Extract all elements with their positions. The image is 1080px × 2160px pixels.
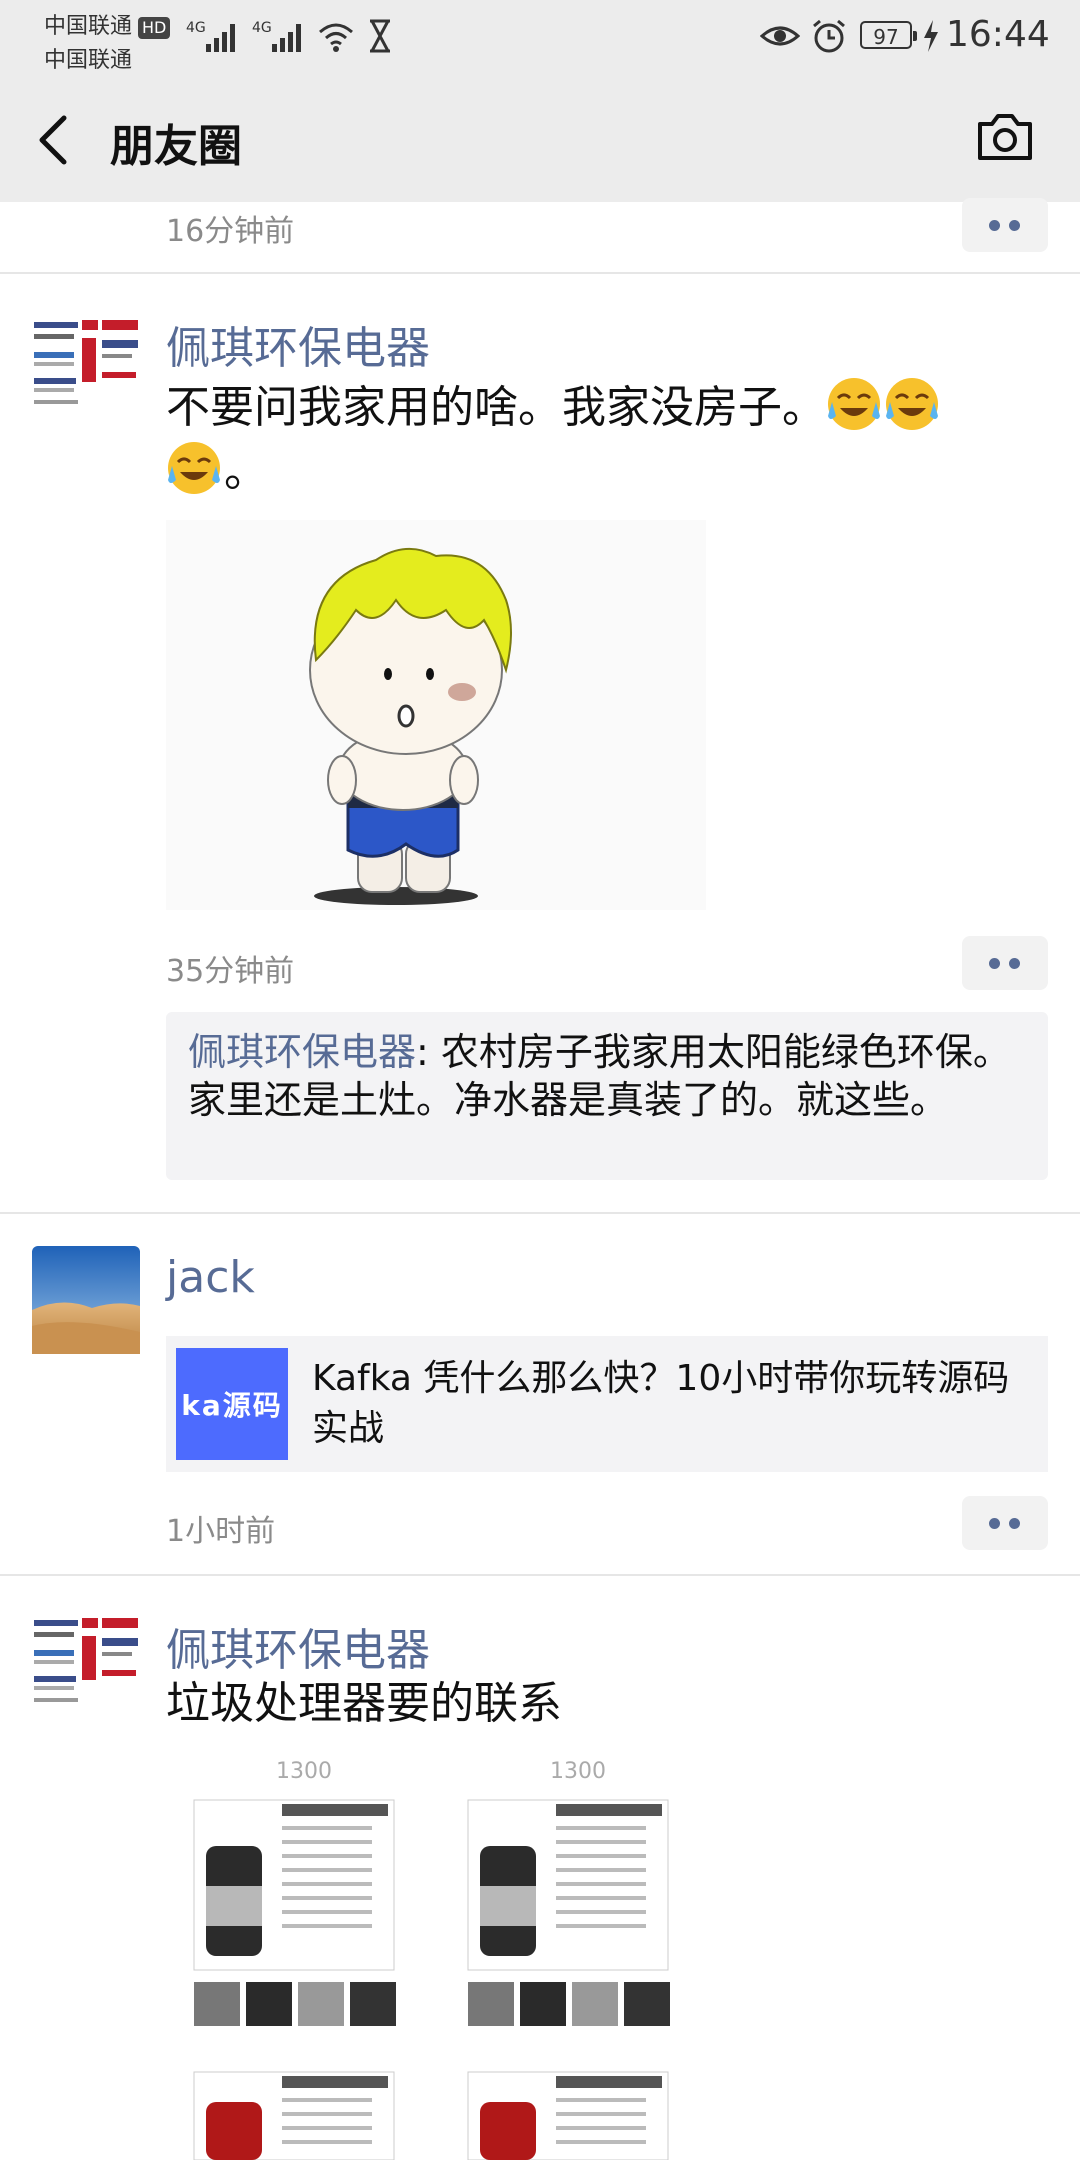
brand-logo-avatar [32, 1612, 140, 1720]
more-dot-icon [1009, 220, 1020, 231]
more-button[interactable] [962, 936, 1048, 990]
more-dot-icon [989, 1518, 1000, 1529]
brand-logo-avatar [32, 314, 140, 422]
laughing-crying-emoji-icon [168, 442, 220, 494]
share-thumbnail: ka源码 [176, 1348, 288, 1460]
post-time: 35分钟前 [166, 954, 295, 989]
post-text: 垃圾处理器要的联系 [166, 1678, 562, 1729]
garbage-disposer-spec-image [467, 2071, 669, 2160]
post-time: 16分钟前 [166, 214, 295, 249]
post-text: 不要问我家用的啥。我家没房子。。 [166, 376, 1026, 504]
more-dot-icon [1009, 1518, 1020, 1529]
garbage-disposer-spec-image [193, 2071, 395, 2160]
avatar[interactable] [32, 314, 140, 422]
eye-icon [760, 26, 800, 46]
comment-author[interactable]: 佩琪环保电器 [188, 1030, 416, 1074]
post-author[interactable]: 佩琪环保电器 [166, 1614, 430, 1678]
more-button[interactable] [962, 1496, 1048, 1550]
cartoon-boy-image [309, 547, 512, 905]
desert-avatar-image [32, 1246, 140, 1354]
product-image-1[interactable]: 1300 [166, 1756, 424, 2052]
charging-icon [924, 20, 938, 52]
avatar[interactable] [32, 1612, 140, 1720]
wifi-icon [319, 23, 353, 52]
carrier-1: 中国联通 HD [44, 8, 171, 40]
comment[interactable]: 佩琪环保电器: 农村房子我家用太阳能绿色环保。家里还是土灶。净水器是真装了的。就… [188, 1028, 1028, 1124]
signal-icon-1: 4G [186, 20, 235, 52]
post-text-body: 不要问我家用的啥。我家没房子。 [166, 382, 826, 433]
post-author[interactable]: jack [166, 1252, 255, 1303]
post-divider [0, 1212, 1080, 1214]
alarm-icon [813, 19, 845, 53]
net-label-1: 4G [186, 20, 206, 36]
post-time: 1小时前 [166, 1514, 276, 1549]
signal-icon-2: 4G [252, 20, 301, 52]
more-dot-icon [989, 958, 1000, 969]
post-author[interactable]: 佩琪环保电器 [166, 312, 430, 376]
post-text-tail: 。 [224, 446, 268, 497]
comment-separator: : [416, 1030, 441, 1074]
more-button[interactable] [962, 198, 1048, 252]
status-bar: 中国联通 HD 中国联通 4G 4G 97 16:44 [0, 0, 1080, 73]
image-caption: 1300 [550, 1759, 606, 1784]
laughing-crying-emoji-icon [828, 378, 880, 430]
hourglass-icon [370, 19, 390, 53]
post-divider [0, 1574, 1080, 1576]
product-image-4[interactable] [440, 2062, 698, 2160]
more-dot-icon [1009, 958, 1020, 969]
image-caption: 1300 [276, 1759, 332, 1784]
product-image-2[interactable]: 1300 [440, 1756, 698, 2052]
battery-indicator: 97 [860, 21, 917, 49]
garbage-disposer-spec-image: 1300 [193, 1759, 396, 2026]
laughing-crying-emoji-icon [886, 378, 938, 430]
carrier-1-label: 中国联通 [44, 14, 133, 39]
share-title: Kafka 凭什么那么快？10小时带你玩转源码实战 [312, 1358, 1010, 1449]
top-bar: 朋友圈 [0, 70, 1080, 202]
chevron-left-icon[interactable] [34, 114, 74, 166]
avatar[interactable] [32, 1246, 140, 1354]
more-dot-icon [989, 220, 1000, 231]
camera-icon[interactable] [976, 112, 1034, 162]
comment-box: 佩琪环保电器: 农村房子我家用太阳能绿色环保。家里还是土灶。净水器是真装了的。就… [166, 1012, 1048, 1180]
clock: 16:44 [946, 14, 1050, 55]
post-divider [0, 272, 1080, 274]
product-image-3[interactable] [166, 2062, 424, 2160]
net-label-2: 4G [252, 20, 272, 36]
hd-badge: HD [138, 17, 171, 39]
garbage-disposer-spec-image: 1300 [467, 1759, 670, 2026]
post-image[interactable] [166, 520, 706, 910]
shared-link-card[interactable]: ka源码 Kafka 凭什么那么快？10小时带你玩转源码实战 [166, 1336, 1048, 1472]
page-title: 朋友圈 [110, 121, 242, 172]
